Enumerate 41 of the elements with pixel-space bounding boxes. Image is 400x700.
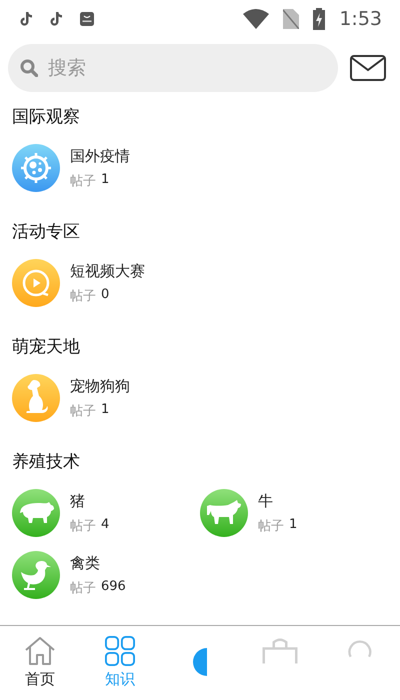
search-field[interactable]: 搜索 [8,44,338,92]
no-sim-icon [283,9,300,29]
forum-name[interactable]: 国外疫情 [70,146,130,166]
bag-icon [260,636,300,666]
virus-icon [12,144,60,192]
section-title: 活动专区 [12,221,81,243]
post-count: 1 [289,516,298,534]
cow-icon [200,489,248,537]
dog-icon [12,374,60,422]
post-count-label: 帖子 [70,288,96,304]
grid-icon [105,636,135,666]
post-count-label: 帖子 [258,518,284,534]
section-title: 养殖技术 [12,451,81,473]
music-note-icon [20,12,32,26]
clock-time: 1:53 [339,8,382,30]
post-count-label: 帖子 [70,518,96,534]
battery-charging-icon [313,8,326,30]
goose-icon [12,551,60,599]
pig-icon [12,489,60,537]
wifi-icon [243,9,270,29]
post-count-label: 帖子 [70,402,96,420]
forum-name[interactable]: 禽类 [70,554,126,572]
section-title: 萌宠天地 [12,336,81,358]
post-count: 696 [101,578,126,596]
post-count-label: 帖子 [70,172,96,190]
post-count: 1 [101,172,110,188]
post-count: 4 [101,516,110,534]
play-icon [12,259,60,307]
forum-name[interactable]: 短视频大赛 [70,262,145,280]
forum-name[interactable]: 宠物狗狗 [70,376,130,396]
post-count-label: 帖子 [70,580,96,596]
nav-tab[interactable]: 首页 [0,626,80,700]
mail-icon[interactable] [350,55,386,81]
section-title: 国际观察 [12,106,81,128]
post-count: 0 [101,286,110,304]
forum-name[interactable]: 牛 [258,492,298,510]
post-count: 1 [101,402,110,418]
music-note-icon [50,12,62,26]
forum-name[interactable]: 猪 [70,492,110,510]
app-icon [80,12,94,26]
home-icon [24,636,56,666]
